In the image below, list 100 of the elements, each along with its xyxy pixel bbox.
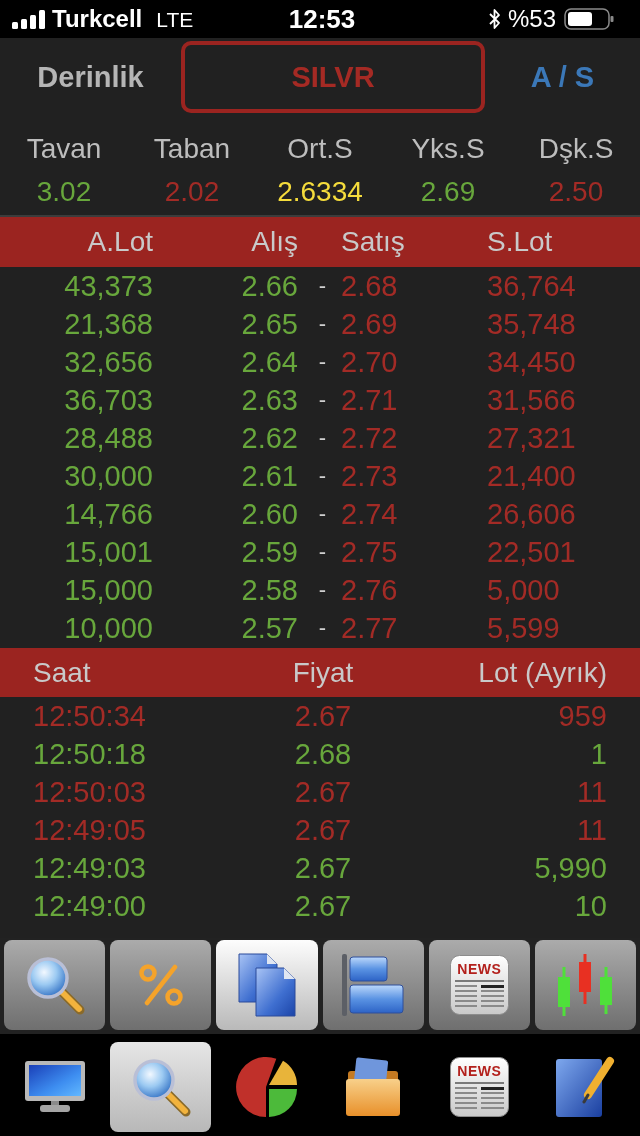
trade-time: 12:50:34 bbox=[33, 701, 146, 731]
trade-lot: 5,990 bbox=[534, 853, 607, 883]
bid-price: 2.60 bbox=[240, 499, 299, 529]
stat-label: Ort.S bbox=[287, 132, 353, 166]
news-tab[interactable]: NEWS bbox=[428, 1042, 530, 1132]
documents-icon bbox=[237, 953, 296, 1017]
bid-lot: 21,368 bbox=[63, 309, 154, 339]
bid-price: 2.65 bbox=[240, 309, 299, 339]
price-separator: - bbox=[318, 275, 327, 297]
column-header: Alış bbox=[250, 228, 299, 256]
stat-value: 3.02 bbox=[36, 175, 92, 209]
percent-icon bbox=[137, 964, 184, 1006]
stat-value: 2.69 bbox=[420, 175, 476, 209]
trade-lot: 11 bbox=[576, 815, 607, 845]
column-header: Fiyat bbox=[292, 658, 354, 687]
bid-price: 2.64 bbox=[240, 347, 299, 377]
ask-lot: 5,000 bbox=[486, 575, 561, 605]
carrier-name: Turkcell bbox=[52, 7, 143, 31]
trade-time: 12:50:18 bbox=[33, 739, 146, 769]
column-header: Satış bbox=[340, 228, 406, 256]
ask-price: 2.77 bbox=[340, 613, 399, 643]
price-separator: - bbox=[318, 541, 327, 563]
trade-price: 2.67 bbox=[294, 891, 352, 921]
bid-price: 2.63 bbox=[240, 385, 299, 415]
price-separator: - bbox=[318, 617, 327, 639]
price-separator: - bbox=[318, 389, 327, 411]
screen-title: Derinlik bbox=[37, 62, 144, 92]
stat-label: Dşk.S bbox=[538, 132, 614, 166]
documents-button[interactable] bbox=[216, 940, 318, 1030]
trade-time: 12:50:03 bbox=[33, 777, 146, 807]
stat-value: 2.02 bbox=[164, 175, 220, 209]
bid-lot: 28,488 bbox=[63, 423, 154, 453]
stat-label: Taban bbox=[153, 132, 231, 166]
bid-price: 2.62 bbox=[240, 423, 299, 453]
ask-lot: 35,748 bbox=[486, 309, 577, 339]
column-header: Lot (Ayrık) bbox=[478, 658, 607, 687]
trade-price: 2.67 bbox=[294, 815, 352, 845]
stat-label: Yks.S bbox=[411, 132, 485, 166]
notepad-pencil-icon bbox=[555, 1055, 616, 1119]
stat-value: 2.6334 bbox=[277, 175, 363, 209]
bid-lot: 32,656 bbox=[63, 347, 154, 377]
ask-price: 2.72 bbox=[340, 423, 399, 453]
newspaper-icon bbox=[449, 955, 509, 1015]
network-type: LTE bbox=[156, 8, 194, 30]
ask-lot: 31,566 bbox=[486, 385, 577, 415]
align-button[interactable] bbox=[322, 940, 424, 1030]
bluetooth-icon bbox=[488, 8, 501, 30]
bid-lot: 10,000 bbox=[63, 613, 154, 643]
search-button[interactable] bbox=[4, 940, 106, 1030]
news-button[interactable]: NEWS bbox=[428, 940, 530, 1030]
bid-price: 2.58 bbox=[240, 575, 299, 605]
ask-price: 2.69 bbox=[340, 309, 399, 339]
price-separator: - bbox=[318, 579, 327, 601]
bid-lot: 30,000 bbox=[63, 461, 154, 491]
align-left-icon bbox=[342, 954, 405, 1016]
pie-chart-icon bbox=[235, 1056, 298, 1118]
bid-price: 2.66 bbox=[240, 271, 299, 301]
trade-price: 2.67 bbox=[294, 853, 352, 883]
battery-icon bbox=[564, 8, 614, 30]
price-separator: - bbox=[318, 465, 327, 487]
candlestick-button[interactable] bbox=[534, 940, 637, 1030]
ask-lot: 34,450 bbox=[486, 347, 577, 377]
ask-price: 2.68 bbox=[340, 271, 399, 301]
ask-lot: 21,400 bbox=[486, 461, 577, 491]
price-separator: - bbox=[318, 427, 327, 449]
trade-price: 2.68 bbox=[294, 739, 352, 769]
bid-price: 2.57 bbox=[240, 613, 299, 643]
newspaper-headline: NEWS bbox=[456, 962, 503, 976]
bid-lot: 43,373 bbox=[63, 271, 154, 301]
trade-time: 12:49:00 bbox=[33, 891, 146, 921]
trade-time: 12:49:03 bbox=[33, 853, 146, 883]
ask-lot: 27,321 bbox=[486, 423, 577, 453]
price-separator: - bbox=[318, 503, 327, 525]
column-header: S.Lot bbox=[486, 228, 554, 256]
ask-lot: 22,501 bbox=[486, 537, 577, 567]
trade-time: 12:49:05 bbox=[33, 815, 146, 845]
price-separator: - bbox=[318, 351, 327, 373]
clock-time: 12:53 bbox=[288, 6, 356, 32]
trade-lot: 959 bbox=[558, 701, 607, 731]
candlestick-icon bbox=[556, 953, 615, 1017]
trade-price: 2.67 bbox=[294, 777, 352, 807]
trade-price: 2.67 bbox=[294, 701, 352, 731]
battery-percent: %53 bbox=[507, 7, 556, 31]
ask-price: 2.76 bbox=[340, 575, 399, 605]
ask-price: 2.73 bbox=[340, 461, 399, 491]
bid-lot: 15,000 bbox=[63, 575, 154, 605]
folder-icon bbox=[346, 1057, 401, 1117]
trade-lot: 11 bbox=[576, 777, 607, 807]
bid-price: 2.59 bbox=[240, 537, 299, 567]
trade-lot: 1 bbox=[590, 739, 607, 769]
column-header: Saat bbox=[33, 658, 91, 687]
bid-lot: 15,001 bbox=[63, 537, 154, 567]
bid-lot: 36,703 bbox=[63, 385, 154, 415]
ask-lot: 36,764 bbox=[486, 271, 577, 301]
search-tab[interactable] bbox=[110, 1042, 212, 1132]
price-separator: - bbox=[318, 313, 327, 335]
column-header: A.Lot bbox=[86, 228, 154, 256]
newspaper-headline: NEWS bbox=[456, 1064, 503, 1078]
ask-price: 2.70 bbox=[340, 347, 399, 377]
buy-sell-toggle[interactable]: A / S bbox=[530, 62, 595, 92]
